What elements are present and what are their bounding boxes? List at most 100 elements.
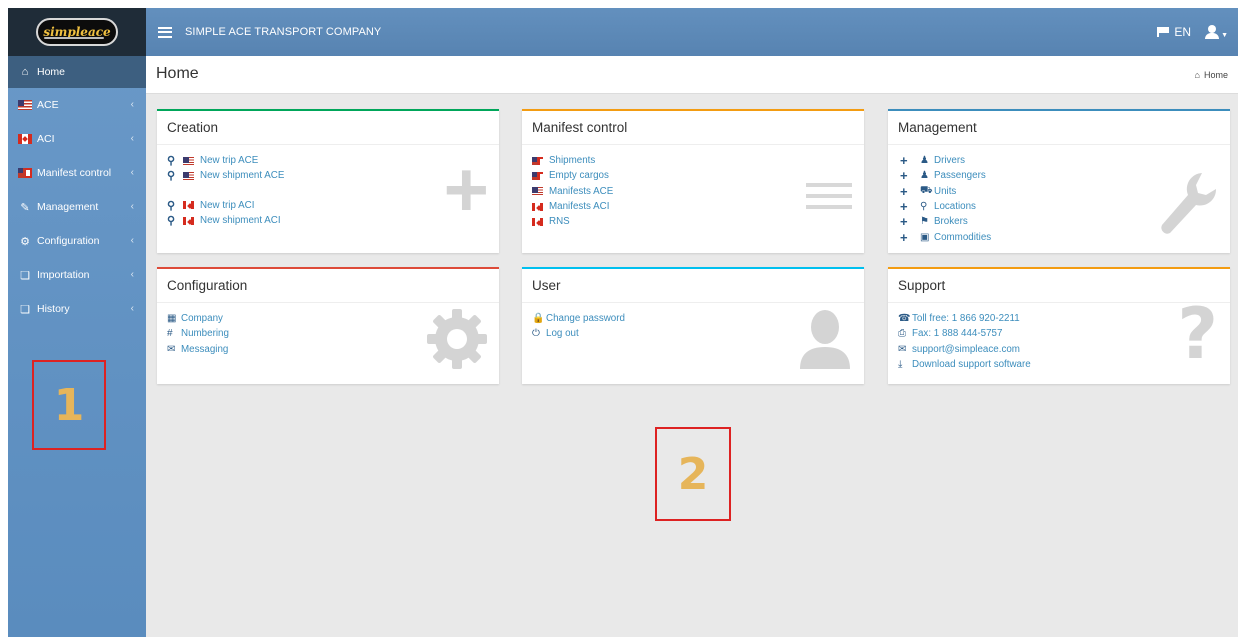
hashtag-icon: # — [167, 328, 173, 340]
annotation-marker-2: 2 — [655, 427, 731, 521]
cart-icon: ▣ — [920, 231, 930, 243]
plus-icon: + — [900, 199, 908, 215]
flag-icon — [1157, 27, 1170, 37]
us-flag-icon — [532, 187, 543, 196]
search-icon: ⚲ — [167, 170, 176, 183]
user-icon — [1205, 25, 1220, 39]
link-label: New trip ACE — [200, 155, 259, 167]
sidebar-item-configuration[interactable]: ⚙ Configuration ‹ — [8, 224, 146, 258]
link-shipments[interactable]: Shipments — [532, 153, 854, 168]
search-icon: ⚲ — [167, 199, 176, 212]
card-configuration: Configuration ▦ Company # Numbering ✉ Me… — [157, 267, 499, 384]
plus-icon: + — [900, 168, 908, 184]
logo-area[interactable]: simpleace — [8, 8, 146, 56]
ca-flag-icon — [18, 134, 32, 144]
link-download-support-software[interactable]: ⤓ Download support software — [898, 357, 1220, 372]
link-label: Units — [934, 185, 957, 197]
link-label: Brokers — [934, 216, 968, 228]
link-label: Manifests ACI — [549, 201, 610, 213]
list-icon — [806, 183, 852, 209]
link-fax[interactable]: ⎙ Fax: 1 888 444-5757 — [898, 326, 1220, 341]
link-rns[interactable]: RNS — [532, 214, 854, 229]
plus-icon: + — [900, 183, 908, 199]
sidebar-item-manifest-control[interactable]: Manifest control ‹ — [8, 156, 146, 190]
link-label: Change password — [546, 313, 625, 325]
ca-flag-icon — [183, 216, 194, 225]
us-ca-flag-icon — [532, 171, 544, 180]
link-label: Log out — [546, 328, 579, 340]
sidebar-item-importation[interactable]: ❏ Importation ‹ — [8, 258, 146, 292]
user-menu[interactable]: ▼ — [1205, 25, 1228, 39]
sidebar-item-label: Importation — [37, 269, 90, 281]
user-icon: ♟ — [920, 170, 929, 182]
link-new-trip-ace[interactable]: ⚲ New trip ACE — [167, 153, 489, 168]
annotation-number: 2 — [677, 448, 709, 500]
envelope-icon: ✉ — [167, 343, 176, 355]
truck-icon: ⛟ — [920, 184, 933, 196]
chevron-left-icon: ‹ — [130, 201, 134, 212]
us-ca-flag-icon — [532, 156, 544, 165]
breadcrumb[interactable]: ⌂ Home — [1195, 70, 1228, 80]
plus-icon: + — [900, 214, 908, 230]
edit-icon: ✎ — [20, 201, 30, 214]
card-user: User 🔒 Change password ⏻ Log out — [522, 267, 864, 384]
app-frame: simpleace ⌂ Home ACE ‹ ACI ‹ Manifest co… — [8, 8, 1238, 637]
page-title: Home — [156, 65, 199, 82]
link-label: Fax: 1 888 444-5757 — [912, 328, 1003, 340]
search-icon: ⚲ — [167, 155, 176, 168]
caret-down-icon: ▼ — [1221, 32, 1228, 39]
chevron-left-icon: ‹ — [130, 235, 134, 246]
card-title: Manifest control — [522, 111, 864, 145]
chevron-left-icon: ‹ — [130, 167, 134, 178]
sidebar-item-management[interactable]: ✎ Management ‹ — [8, 190, 146, 224]
link-new-trip-aci[interactable]: ⚲ New trip ACI — [167, 198, 489, 213]
link-label: Manifests ACE — [549, 185, 614, 197]
link-label: Locations — [934, 201, 976, 213]
annotation-number: 1 — [53, 379, 85, 431]
flag-icon: ⚑ — [920, 216, 929, 228]
hamburger-menu-icon[interactable] — [158, 26, 172, 38]
sidebar-item-home[interactable]: ⌂ Home — [8, 56, 146, 88]
language-selector[interactable]: EN — [1157, 25, 1191, 39]
link-label: Messaging — [181, 343, 229, 355]
home-icon: ⌂ — [21, 66, 29, 78]
card-title: Creation — [157, 111, 499, 145]
card-title: Configuration — [157, 269, 499, 303]
user-icon — [798, 307, 852, 372]
link-new-shipment-ace[interactable]: ⚲ New shipment ACE — [167, 168, 489, 183]
logo: simpleace — [36, 18, 118, 46]
fax-icon: ⎙ — [898, 328, 906, 340]
ca-flag-icon — [532, 202, 543, 211]
link-label: Company — [181, 313, 223, 325]
sidebar-item-aci[interactable]: ACI ‹ — [8, 122, 146, 156]
link-support-email[interactable]: ✉ support@simpleace.com — [898, 342, 1220, 357]
plus-icon: + — [443, 145, 489, 233]
building-icon: ▦ — [167, 313, 177, 325]
map-marker-icon: ⚲ — [920, 201, 928, 213]
search-icon: ⚲ — [167, 215, 176, 228]
link-toll-free[interactable]: ☎ Toll free: 1 866 920-2211 — [898, 311, 1220, 326]
user-icon: ♟ — [920, 155, 929, 167]
link-empty-cargos[interactable]: Empty cargos — [532, 168, 854, 183]
sidebar-item-ace[interactable]: ACE ‹ — [8, 88, 146, 122]
link-label: support@simpleace.com — [912, 343, 1020, 355]
link-label: Numbering — [181, 328, 229, 340]
card-title: Management — [888, 111, 1230, 145]
lock-icon: 🔒 — [532, 313, 545, 325]
link-label: New shipment ACE — [200, 170, 285, 182]
card-manifest-control: Manifest control Shipments Empty cargos … — [522, 109, 864, 253]
sidebar-item-label: Management — [37, 201, 99, 213]
files-icon: ❏ — [20, 303, 30, 316]
card-creation: Creation ⚲ New trip ACE ⚲ New shipment A… — [157, 109, 499, 253]
breadcrumb-home[interactable]: Home — [1204, 70, 1228, 80]
company-name: SIMPLE ACE TRANSPORT COMPANY — [185, 26, 382, 38]
envelope-icon: ✉ — [898, 343, 907, 355]
link-new-shipment-aci[interactable]: ⚲ New shipment ACI — [167, 213, 489, 228]
navbar-right: EN ▼ — [1157, 8, 1228, 56]
link-drivers[interactable]: + ♟ Drivers — [898, 153, 1220, 168]
chevron-left-icon: ‹ — [130, 269, 134, 280]
sidebar-item-history[interactable]: ❏ History ‹ — [8, 292, 146, 326]
sidebar-item-label: Manifest control — [37, 167, 112, 179]
chevron-left-icon: ‹ — [130, 303, 134, 314]
files-icon: ❏ — [20, 269, 30, 282]
